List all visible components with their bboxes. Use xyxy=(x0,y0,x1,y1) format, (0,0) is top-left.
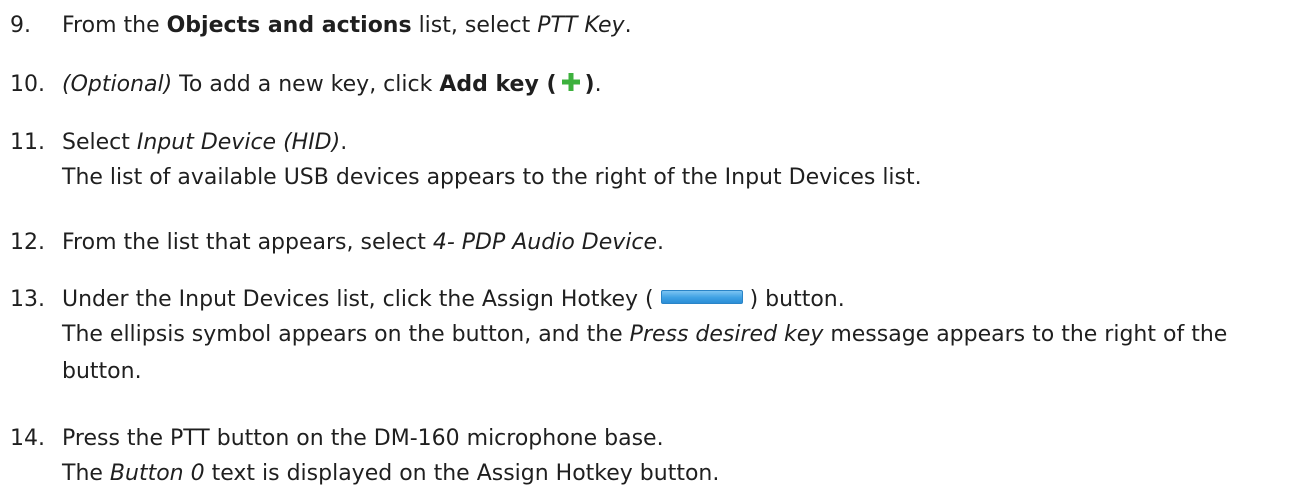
step-text: From the Objects and actions list, selec… xyxy=(62,13,632,38)
step-text: Select Input Device (HID). xyxy=(62,130,348,155)
ui-value: 4- PDP Audio Device xyxy=(432,230,658,255)
step-number: 10. xyxy=(10,72,45,97)
plus-icon xyxy=(561,73,580,91)
ui-value: Press desired key xyxy=(629,322,824,347)
step-number: 13. xyxy=(10,287,45,312)
optional-label: (Optional) xyxy=(62,72,173,97)
assign-hotkey-button-icon xyxy=(660,290,743,304)
ui-value: PTT Key xyxy=(537,13,625,38)
step-result-continued: button. xyxy=(62,359,142,384)
step-text: From the list that appears, select 4- PD… xyxy=(62,230,665,255)
step-result: The Button 0 text is displayed on the As… xyxy=(62,461,720,486)
step-number: 12. xyxy=(10,230,45,255)
step-text: Under the Input Devices list, click the … xyxy=(62,287,845,312)
ui-value: Input Device (HID) xyxy=(136,130,341,155)
step-number: 14. xyxy=(10,426,45,451)
ui-term: Objects and actions xyxy=(166,13,412,38)
step-number: 11. xyxy=(10,130,45,155)
step-result: The ellipsis symbol appears on the butto… xyxy=(62,322,1228,347)
step-result: The list of available USB devices appear… xyxy=(62,165,922,190)
ui-term: Add key ( xyxy=(439,72,557,97)
step-text: (Optional) To add a new key, click Add k… xyxy=(62,72,602,97)
ui-value: Button 0 xyxy=(109,461,205,486)
instruction-steps: 9. From the Objects and actions list, se… xyxy=(0,0,1302,497)
step-text: Press the PTT button on the DM-160 micro… xyxy=(62,426,664,451)
step-number: 9. xyxy=(10,13,31,38)
